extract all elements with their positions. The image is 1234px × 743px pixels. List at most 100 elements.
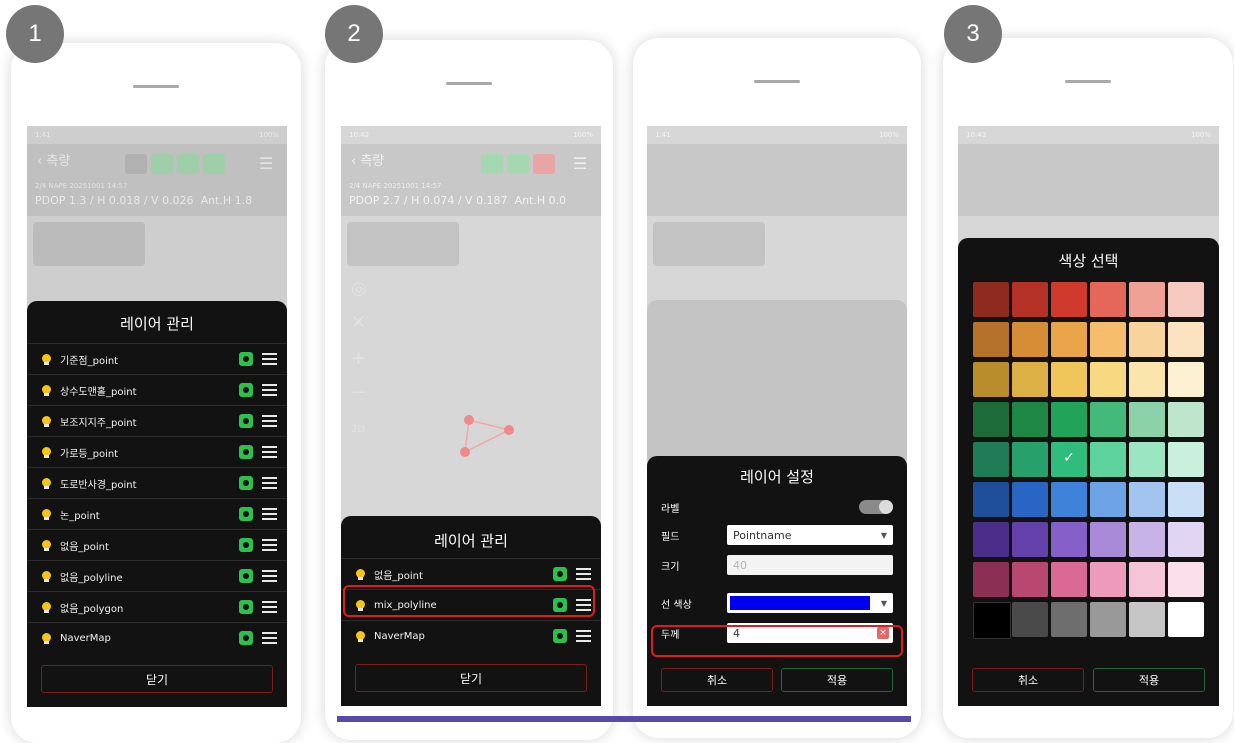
drag-handle-icon[interactable]: [262, 353, 277, 365]
color-swatch[interactable]: [1168, 322, 1204, 357]
gear-icon[interactable]: [239, 476, 253, 490]
color-swatch[interactable]: [1168, 482, 1204, 517]
drag-handle-icon[interactable]: [262, 539, 277, 551]
bulb-icon[interactable]: [355, 630, 366, 642]
layer-row[interactable]: NaverMap: [341, 620, 601, 651]
drag-handle-icon[interactable]: [262, 446, 277, 458]
gear-icon[interactable]: [239, 383, 253, 397]
color-swatch[interactable]: [1051, 282, 1087, 317]
color-swatch[interactable]: [1090, 562, 1126, 597]
color-swatch[interactable]: [1012, 362, 1048, 397]
fit-extent-icon[interactable]: ✕: [351, 312, 366, 333]
drag-handle-icon[interactable]: [262, 601, 277, 613]
bulb-icon[interactable]: [41, 477, 52, 489]
color-swatch[interactable]: ✓: [1051, 442, 1087, 477]
color-swatch[interactable]: [1051, 362, 1087, 397]
cancel-button[interactable]: 취소: [661, 668, 773, 692]
layer-row[interactable]: 도로반사경_point: [27, 467, 287, 498]
color-swatch[interactable]: [1090, 482, 1126, 517]
layer-row[interactable]: 가로등_point: [27, 436, 287, 467]
color-swatch[interactable]: [1168, 562, 1204, 597]
bulb-icon[interactable]: [41, 601, 52, 613]
color-swatch[interactable]: [973, 562, 1009, 597]
apply-button[interactable]: 적용: [781, 668, 893, 692]
toolbar-button[interactable]: [507, 154, 529, 174]
color-swatch[interactable]: [973, 282, 1009, 317]
gear-icon[interactable]: [239, 538, 253, 552]
color-swatch[interactable]: [973, 442, 1009, 477]
color-swatch[interactable]: [973, 322, 1009, 357]
gear-icon[interactable]: [239, 507, 253, 521]
layer-row[interactable]: 기준점_point: [27, 343, 287, 374]
drag-handle-icon[interactable]: [262, 415, 277, 427]
color-swatch[interactable]: [1051, 402, 1087, 437]
color-swatch[interactable]: [1129, 562, 1165, 597]
gear-icon[interactable]: [553, 567, 567, 581]
zoom-out-icon[interactable]: −: [351, 382, 366, 403]
color-swatch[interactable]: [1051, 482, 1087, 517]
color-swatch[interactable]: [1129, 282, 1165, 317]
color-swatch[interactable]: [1129, 402, 1165, 437]
layer-row[interactable]: 상수도맨홀_point: [27, 374, 287, 405]
color-swatch[interactable]: [973, 362, 1009, 397]
bulb-icon[interactable]: [41, 632, 52, 644]
bulb-icon[interactable]: [41, 508, 52, 520]
layer-row[interactable]: 없음_point: [27, 529, 287, 560]
bulb-icon[interactable]: [355, 568, 366, 580]
close-button[interactable]: 닫기: [355, 664, 587, 692]
color-swatch[interactable]: [1012, 322, 1048, 357]
toolbar-button[interactable]: [481, 154, 503, 174]
color-swatch[interactable]: [1051, 522, 1087, 557]
color-swatch[interactable]: [1012, 402, 1048, 437]
drag-handle-icon[interactable]: [262, 384, 277, 396]
close-button[interactable]: 닫기: [41, 665, 273, 693]
line-color-select[interactable]: ▼: [727, 593, 893, 613]
color-swatch[interactable]: [1051, 562, 1087, 597]
color-swatch[interactable]: [1090, 322, 1126, 357]
bulb-icon[interactable]: [41, 446, 52, 458]
field-select[interactable]: Pointname ▼: [727, 525, 893, 545]
color-swatch[interactable]: [1051, 602, 1087, 637]
gear-icon[interactable]: [553, 629, 567, 643]
color-swatch[interactable]: [1090, 282, 1126, 317]
toolbar-button[interactable]: [533, 154, 555, 174]
color-swatch[interactable]: [1129, 482, 1165, 517]
gear-icon[interactable]: [239, 445, 253, 459]
drag-handle-icon[interactable]: [262, 570, 277, 582]
bulb-icon[interactable]: [41, 353, 52, 365]
color-swatch[interactable]: [1168, 362, 1204, 397]
size-input[interactable]: 40: [727, 555, 893, 575]
bulb-icon[interactable]: [41, 539, 52, 551]
color-swatch[interactable]: [1129, 322, 1165, 357]
color-swatch[interactable]: [1012, 282, 1048, 317]
color-swatch[interactable]: [1051, 322, 1087, 357]
bulb-icon[interactable]: [41, 570, 52, 582]
drag-handle-icon[interactable]: [262, 632, 277, 644]
color-swatch[interactable]: [1012, 482, 1048, 517]
color-swatch[interactable]: [973, 522, 1009, 557]
layer-row[interactable]: 보조지지주_point: [27, 405, 287, 436]
gear-icon[interactable]: [239, 631, 253, 645]
color-swatch[interactable]: [973, 402, 1009, 437]
apply-button[interactable]: 적용: [1093, 668, 1205, 692]
color-swatch[interactable]: [1012, 562, 1048, 597]
color-swatch[interactable]: [1129, 602, 1165, 637]
layer-row[interactable]: 논_point: [27, 498, 287, 529]
color-swatch[interactable]: [1129, 362, 1165, 397]
color-swatch[interactable]: [1168, 442, 1204, 477]
drag-handle-icon[interactable]: [576, 568, 591, 580]
gear-icon[interactable]: [239, 569, 253, 583]
drag-handle-icon[interactable]: [262, 508, 277, 520]
color-swatch[interactable]: [1090, 442, 1126, 477]
color-swatch[interactable]: [1129, 442, 1165, 477]
color-swatch[interactable]: [1090, 362, 1126, 397]
drag-handle-icon[interactable]: [262, 477, 277, 489]
gear-icon[interactable]: [239, 352, 253, 366]
color-swatch[interactable]: [1012, 442, 1048, 477]
color-swatch[interactable]: [1090, 522, 1126, 557]
layer-row[interactable]: 없음_polyline: [27, 560, 287, 591]
back-button[interactable]: ‹ 측량: [351, 150, 384, 169]
color-swatch[interactable]: [973, 602, 1011, 639]
menu-icon[interactable]: ☰: [573, 154, 595, 174]
layer-row[interactable]: NaverMap: [27, 622, 287, 653]
